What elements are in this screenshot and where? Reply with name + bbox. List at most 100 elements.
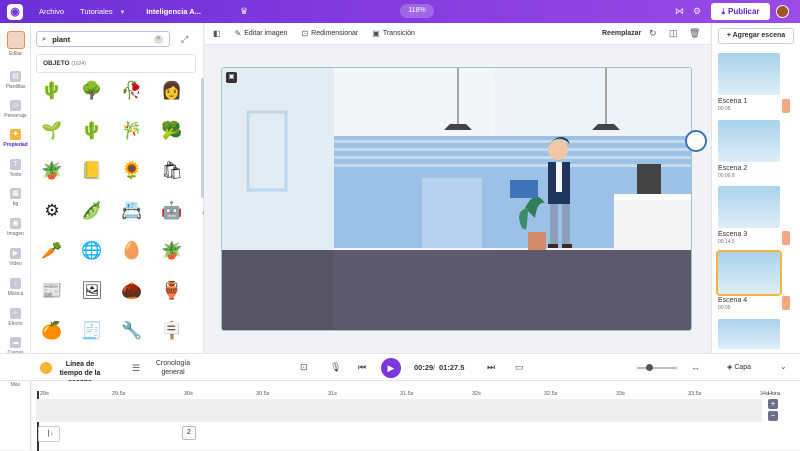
- skip-forward-icon[interactable]: ⏭: [487, 362, 495, 373]
- edit-image-button[interactable]: ✎ Editar imagen: [235, 29, 288, 38]
- track-badge[interactable]: 2: [182, 426, 196, 440]
- collapse-panel-icon[interactable]: ‹: [202, 208, 205, 217]
- object-item[interactable]: 📰: [39, 278, 65, 304]
- object-item[interactable]: 🌵: [79, 118, 105, 144]
- scene-card-5[interactable]: [718, 319, 780, 349]
- zoom-slider-handle[interactable]: [646, 364, 653, 371]
- object-item[interactable]: 🥀: [119, 78, 145, 104]
- replace-button[interactable]: Reemplazar: [602, 30, 641, 37]
- object-item[interactable]: 🏺: [159, 278, 185, 304]
- share-icon[interactable]: ⋈: [675, 6, 684, 17]
- object-item[interactable]: 🥦: [159, 118, 185, 144]
- scene-card-3[interactable]: Escena 3 00:14.5: [718, 186, 780, 245]
- user-avatar[interactable]: [776, 5, 789, 18]
- ruler-tick: 32.5s: [544, 391, 558, 397]
- resize-icon: ⊡: [301, 29, 309, 38]
- app-logo[interactable]: ◉: [7, 3, 23, 20]
- object-item[interactable]: 🪴: [159, 238, 185, 264]
- zoom-in-button[interactable]: +: [768, 399, 778, 409]
- zoom-out-button[interactable]: −: [768, 411, 778, 421]
- nav-bg[interactable]: ▦ bg: [0, 188, 31, 207]
- layer-button[interactable]: ◈ Capa: [727, 363, 751, 371]
- subtitles-icon[interactable]: ▭: [515, 362, 524, 373]
- object-item[interactable]: 📇: [119, 198, 145, 224]
- object-item[interactable]: 🧾: [79, 318, 105, 344]
- object-item[interactable]: 🌳: [79, 78, 105, 104]
- add-scene-button[interactable]: + Agregar escena: [718, 28, 794, 44]
- resize-button[interactable]: ⊡ Redimensionar: [301, 29, 358, 38]
- object-item[interactable]: 🍊: [39, 318, 65, 344]
- object-item[interactable]: ⚙: [39, 198, 65, 224]
- character-avatar-icon: [6, 31, 25, 49]
- nav-plantillas[interactable]: ▤ Plantillas: [0, 71, 31, 90]
- delete-icon[interactable]: 🗑: [689, 28, 700, 39]
- settings-icon[interactable]: ⚙: [693, 6, 701, 17]
- scene-canvas[interactable]: ▣: [221, 67, 692, 331]
- object-item[interactable]: 🎋: [119, 118, 145, 144]
- rotate-icon[interactable]: ↻: [649, 28, 657, 39]
- object-item[interactable]: 🖼: [79, 278, 105, 304]
- object-item[interactable]: 🥚: [119, 238, 145, 264]
- effect-icon: ✧: [10, 308, 21, 319]
- clear-search-icon[interactable]: ✕: [154, 35, 163, 44]
- ruler-tick: 31s: [328, 391, 337, 397]
- ruler-tick: 30s: [184, 391, 193, 397]
- menu-archivo[interactable]: Archivo: [39, 7, 64, 16]
- nav-propiedad[interactable]: ✦ Propiedad: [0, 129, 31, 148]
- nav-imagen[interactable]: ▣ Imagen: [0, 218, 31, 237]
- object-item[interactable]: 🌱: [39, 118, 65, 144]
- expand-icon[interactable]: ⤢: [181, 34, 188, 45]
- search-icon: ⌕: [42, 34, 47, 43]
- scene-card-1[interactable]: Escena 1 00:05: [718, 53, 780, 112]
- scene-card-2[interactable]: Escena 2 00:09.8: [718, 120, 780, 179]
- object-item[interactable]: 🪧: [159, 318, 185, 344]
- nav-video[interactable]: ▶ Video: [0, 248, 31, 267]
- object-item[interactable]: 🌐: [79, 238, 105, 264]
- camera-icon[interactable]: ▣: [226, 72, 237, 83]
- object-item[interactable]: 🔧: [119, 318, 145, 344]
- nav-personaje[interactable]: ☺ Personaje: [0, 100, 31, 119]
- panel-scrollbar[interactable]: [201, 78, 204, 198]
- scene-timeline-icon: [40, 362, 52, 374]
- object-item[interactable]: 🫛: [79, 198, 105, 224]
- track-item-character[interactable]: ❘ᵢ: [38, 426, 60, 442]
- timeline-track[interactable]: [36, 399, 762, 422]
- transition-button[interactable]: ▣ Transición: [372, 29, 415, 38]
- crown-icon: ♛: [240, 6, 249, 16]
- menu-tutoriales[interactable]: Tutoriales: [80, 7, 113, 16]
- object-item[interactable]: 📒: [79, 158, 105, 184]
- object-item[interactable]: 🌰: [119, 278, 145, 304]
- object-item[interactable]: 🛍: [159, 158, 185, 184]
- nav-musica[interactable]: ♪ Música: [0, 278, 31, 297]
- chevron-down-icon[interactable]: ⌄: [780, 362, 787, 371]
- zoom-level[interactable]: 118%: [400, 4, 434, 18]
- object-section-header[interactable]: OBJETO (1624): [36, 54, 196, 73]
- mic-icon[interactable]: 🎙: [330, 362, 341, 373]
- nav-efecto[interactable]: ✧ Efecto: [0, 308, 31, 327]
- fit-width-icon[interactable]: ↔: [691, 362, 700, 372]
- nav-editar[interactable]: Editar: [0, 31, 31, 57]
- object-item[interactable]: 👩: [159, 78, 185, 104]
- object-item[interactable]: 🪴: [39, 158, 65, 184]
- object-item[interactable]: 🥕: [39, 238, 65, 264]
- publish-button[interactable]: ⤓ Publicar: [711, 3, 770, 20]
- layer-toggle-icon[interactable]: ◧: [213, 29, 221, 38]
- general-chronology-button[interactable]: Cronología general: [154, 359, 192, 377]
- screenshot-icon[interactable]: ⊡: [300, 362, 308, 373]
- flip-icon[interactable]: ◫: [669, 28, 678, 39]
- object-item[interactable]: 🤖: [159, 198, 185, 224]
- search-query[interactable]: plant: [52, 35, 70, 44]
- skip-back-icon[interactable]: ⏮: [358, 362, 366, 373]
- scene-card-4[interactable]: Escena 4 00:05: [716, 250, 782, 311]
- play-button[interactable]: ▶: [381, 358, 401, 378]
- chevron-down-icon[interactable]: ▾: [121, 8, 125, 16]
- project-title[interactable]: Inteligencia A...: [146, 7, 201, 16]
- total-time: 01:27.5: [439, 363, 465, 372]
- timer-icon[interactable]: [685, 130, 707, 152]
- object-item[interactable]: 🌻: [119, 158, 145, 184]
- zoom-slider[interactable]: [637, 367, 677, 369]
- nav-texto[interactable]: T Texto: [0, 159, 31, 178]
- object-item[interactable]: 🌵: [39, 78, 65, 104]
- search-input[interactable]: ⌕ plant ✕: [36, 31, 170, 47]
- ruler-tick: 29.5s: [112, 391, 126, 397]
